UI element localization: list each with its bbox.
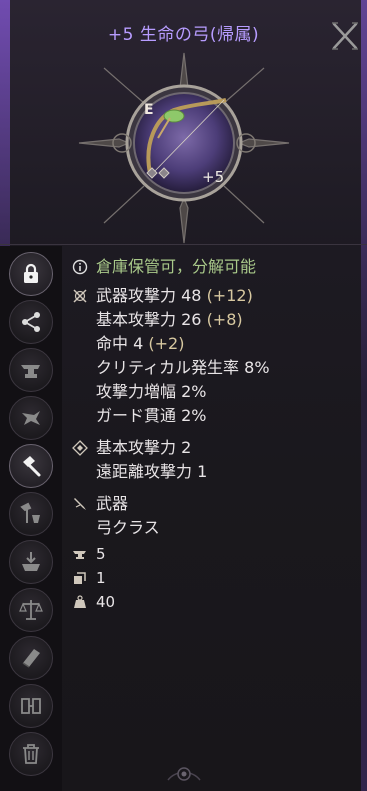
crossed-swords-icon xyxy=(73,289,87,303)
sword-icon xyxy=(74,498,86,510)
item-category: 武器 xyxy=(96,494,129,513)
info-icon xyxy=(72,259,88,275)
guard-pierce-label: ガード貫通 xyxy=(96,406,177,425)
storage-note-row: 倉庫保管可，分解可能 xyxy=(72,255,362,279)
close-icon[interactable] xyxy=(329,20,361,52)
anvil-button[interactable] xyxy=(9,348,53,392)
ranged-attack-value: 1 xyxy=(197,462,208,481)
scales-icon xyxy=(19,600,43,620)
weight-value: 40 xyxy=(96,593,116,611)
crit-value: 8% xyxy=(244,358,270,377)
book-button[interactable] xyxy=(9,636,53,680)
weapon-attack-value: 48 xyxy=(181,286,202,305)
bottom-ornament-icon xyxy=(167,767,201,781)
item-tooltip-panel: +5 生命の弓(帰属) E +5 倉庫保管可，分解可能 武器攻撃力 48 (+1… xyxy=(0,0,367,791)
accuracy-label: 命中 xyxy=(96,334,129,353)
compare-icon xyxy=(21,698,41,714)
stack-count: 1 xyxy=(96,569,106,587)
grade-badge: E xyxy=(144,102,154,118)
attack-amp-label: 攻撃力増幅 xyxy=(96,382,177,401)
repair-button[interactable] xyxy=(9,444,53,488)
extra-base-attack-label: 基本攻撃力 xyxy=(96,438,177,457)
item-class: 弓クラス xyxy=(96,518,160,537)
scales-button[interactable] xyxy=(9,588,53,632)
trash-icon xyxy=(23,744,39,764)
crit-label: クリティカル発生率 xyxy=(96,358,240,377)
item-title: +5 生命の弓(帰属) xyxy=(107,25,260,45)
accuracy-value: 4 xyxy=(133,334,144,353)
anvil-small-icon xyxy=(73,551,86,559)
enhance-level: +5 xyxy=(202,168,224,186)
stack-icon xyxy=(74,572,86,584)
lock-icon xyxy=(24,263,38,283)
hammer-icon xyxy=(23,456,41,477)
enchant-icon xyxy=(22,411,40,425)
base-attack-label: 基本攻撃力 xyxy=(96,310,177,329)
weight-icon xyxy=(74,595,86,608)
base-attack-value: 26 xyxy=(181,310,202,329)
anvil-count: 5 xyxy=(96,545,106,563)
delete-button[interactable] xyxy=(9,732,53,776)
book-icon xyxy=(22,649,40,668)
attack-amp-value: 2% xyxy=(181,382,207,401)
enchant-button[interactable] xyxy=(9,396,53,440)
base-attack-bonus: (+8) xyxy=(206,310,243,329)
ranged-attack-label: 遠距離攻撃力 xyxy=(96,462,193,481)
craft-button[interactable] xyxy=(9,492,53,536)
extra-base-attack-value: 2 xyxy=(181,438,192,457)
storage-note: 倉庫保管可，分解可能 xyxy=(96,257,257,276)
deposit-button[interactable] xyxy=(9,540,53,584)
action-sidebar xyxy=(0,246,62,791)
accuracy-bonus: (+2) xyxy=(148,334,185,353)
guard-pierce-value: 2% xyxy=(181,406,207,425)
right-glow-border xyxy=(361,0,367,791)
section-divider xyxy=(0,244,367,245)
anvil-icon xyxy=(21,365,40,378)
share-button[interactable] xyxy=(9,300,53,344)
share-icon xyxy=(22,312,40,332)
lock-button[interactable] xyxy=(9,252,53,296)
deposit-icon xyxy=(22,552,40,571)
compare-button[interactable] xyxy=(9,684,53,728)
item-emblem: E +5 xyxy=(78,52,290,244)
diamond-target-icon xyxy=(72,440,88,456)
weapon-attack-label: 武器攻撃力 xyxy=(96,286,177,305)
craft-icon xyxy=(20,502,40,523)
weapon-attack-bonus: (+12) xyxy=(206,286,253,305)
